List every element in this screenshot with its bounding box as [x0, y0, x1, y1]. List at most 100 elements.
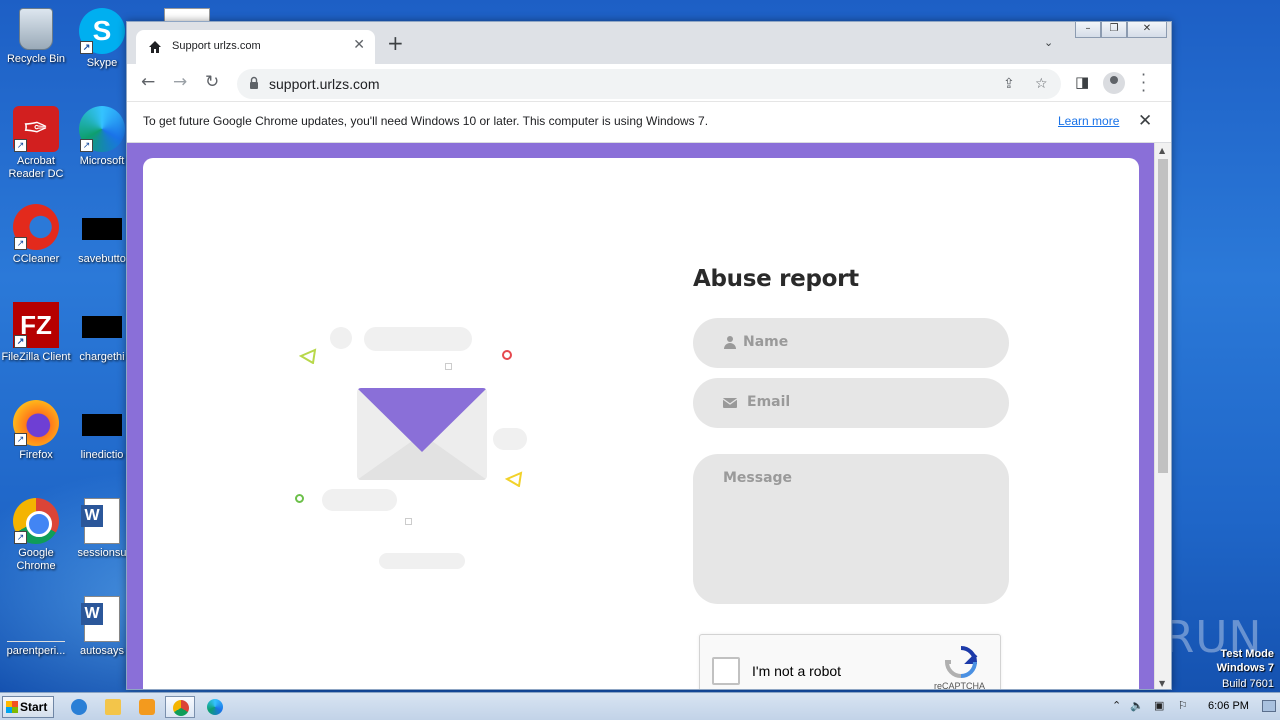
infobar-close-icon[interactable]: ✕: [1138, 111, 1152, 131]
tray-expand-icon[interactable]: ⌃: [1112, 699, 1121, 712]
back-icon[interactable]: ←: [141, 72, 155, 92]
decor-pill: [379, 553, 465, 569]
desktop-icon-ccleaner[interactable]: ↗ CCleaner: [0, 204, 72, 266]
close-tab-icon[interactable]: ✕: [353, 37, 365, 53]
url-text[interactable]: support.urlzs.com: [269, 76, 379, 92]
desktop-icon-recycle-bin[interactable]: Recycle Bin: [0, 8, 72, 66]
edge-icon: ↗: [79, 106, 125, 152]
minimize-button[interactable]: –: [1075, 22, 1101, 38]
content-card: Abuse report Name Email Message I'm not …: [143, 158, 1139, 689]
share-icon[interactable]: ⇪: [1003, 76, 1015, 92]
recycle-bin-icon: [19, 8, 53, 50]
test-mode-label: Test Mode: [1220, 648, 1274, 660]
decor-ring-green: [295, 494, 304, 503]
acrobat-icon: ✑ ↗: [13, 106, 59, 152]
new-tab-button[interactable]: +: [387, 33, 404, 53]
desktop-icon-acrobat[interactable]: ✑ ↗ Acrobat Reader DC: [0, 106, 72, 181]
forward-icon[interactable]: →: [173, 72, 187, 92]
firefox-icon: ↗: [13, 400, 59, 446]
user-icon: [724, 336, 736, 349]
blank-file-icon: [7, 614, 65, 642]
desktop-icon-label: parentperi...: [6, 645, 66, 657]
taskbar-explorer[interactable]: [98, 696, 128, 718]
decor-ring-red: [502, 350, 512, 360]
decor-triangle-green: [299, 348, 317, 364]
scroll-up-icon[interactable]: ▲: [1159, 146, 1165, 155]
scrollbar-thumb[interactable]: [1158, 159, 1168, 473]
taskbar-ie[interactable]: [64, 696, 94, 718]
page-viewport: Abuse report Name Email Message I'm not …: [127, 143, 1154, 689]
taskbar-chrome[interactable]: [165, 696, 195, 718]
page-title: Abuse report: [693, 266, 859, 292]
email-input[interactable]: Email: [693, 378, 1009, 428]
recaptcha-checkbox[interactable]: [712, 657, 740, 685]
file-icon[interactable]: [164, 8, 210, 22]
name-placeholder: Name: [743, 334, 789, 350]
tab-bar: Support urlzs.com ✕ + ⌄ – ❐ ✕: [127, 22, 1171, 64]
start-label: Start: [20, 700, 48, 714]
decor-square: [405, 518, 412, 525]
maximize-button[interactable]: ❐: [1101, 22, 1127, 38]
side-panel-icon[interactable]: ◨: [1075, 73, 1089, 91]
message-textarea[interactable]: Message: [693, 454, 1009, 604]
tab-title: Support urlzs.com: [172, 40, 261, 52]
lock-icon[interactable]: [249, 76, 259, 90]
folder-icon: [105, 699, 121, 715]
desktop-icon-firefox[interactable]: ↗ Firefox: [0, 400, 72, 462]
edge-icon: [207, 699, 223, 715]
ccleaner-icon: ↗: [13, 204, 59, 250]
clock[interactable]: 6:06 PM: [1208, 700, 1249, 712]
envelope-icon: [357, 388, 487, 480]
taskbar-edge[interactable]: [200, 696, 230, 718]
desktop-icon-filezilla[interactable]: FZ ↗ FileZilla Client: [0, 302, 72, 364]
decor-circle: [330, 327, 352, 349]
bookmark-star-icon[interactable]: ☆: [1035, 76, 1048, 92]
desktop-icon-chrome[interactable]: ↗ Google Chrome: [0, 498, 72, 573]
scroll-down-icon[interactable]: ▼: [1159, 679, 1165, 688]
profile-avatar-icon[interactable]: [1103, 72, 1125, 94]
decor-triangle-yellow: [505, 471, 523, 487]
chrome-icon: [173, 700, 189, 716]
learn-more-link[interactable]: Learn more: [1058, 114, 1119, 128]
volume-icon[interactable]: 🔈: [1130, 699, 1144, 712]
desktop-icon-label: Google Chrome: [16, 547, 56, 572]
windows-flag-icon: [6, 701, 18, 713]
windows-version-label: Windows 7: [1216, 662, 1274, 674]
start-button[interactable]: Start: [2, 696, 54, 718]
desktop-icon-label: CCleaner: [12, 253, 60, 265]
menu-kebab-icon[interactable]: · · ·: [1141, 67, 1146, 99]
chrome-window: Support urlzs.com ✕ + ⌄ – ❐ ✕ ← → ↻ supp…: [126, 21, 1172, 690]
ie-icon: [71, 699, 87, 715]
address-bar[interactable]: support.urlzs.com ⇪ ☆: [237, 69, 1061, 99]
show-desktop-button[interactable]: [1262, 700, 1276, 712]
update-infobar: To get future Google Chrome updates, you…: [127, 102, 1171, 143]
filezilla-icon: FZ ↗: [13, 302, 59, 348]
tab-support[interactable]: Support urlzs.com ✕: [136, 30, 375, 64]
home-icon: [149, 41, 161, 53]
network-icon[interactable]: ▣: [1154, 699, 1164, 712]
page-scrollbar[interactable]: ▲ ▼: [1154, 143, 1171, 689]
name-input[interactable]: Name: [693, 318, 1009, 368]
desktop-icon-label: FileZilla Client: [1, 351, 71, 363]
email-placeholder: Email: [747, 394, 791, 410]
envelope-small-icon: [723, 398, 737, 408]
desktop-icon-label: Firefox: [19, 449, 53, 461]
word-document-icon: W: [81, 596, 120, 642]
envelope-illustration: [293, 318, 543, 578]
action-center-flag-icon[interactable]: ⚐: [1178, 699, 1188, 712]
reload-icon[interactable]: ↻: [205, 72, 219, 92]
decor-pill: [364, 327, 472, 351]
desktop-icon-parentperi[interactable]: parentperi...: [0, 596, 72, 658]
taskbar-media-player[interactable]: [132, 696, 162, 718]
file-icon: [82, 414, 122, 436]
decor-pill: [493, 428, 527, 450]
desktop-icon-label: Recycle Bin: [6, 53, 66, 65]
taskbar: Start ⌃ 🔈 ▣ ⚐ 6:06 PM: [0, 692, 1280, 720]
tab-search-icon[interactable]: ⌄: [1044, 36, 1053, 49]
file-icon: [82, 218, 122, 240]
file-icon: [82, 316, 122, 338]
close-window-button[interactable]: ✕: [1127, 22, 1167, 38]
skype-icon: S ↗: [79, 8, 125, 54]
toolbar: ← → ↻ support.urlzs.com ⇪ ☆ ◨ · · ·: [127, 64, 1171, 102]
recaptcha-logo-icon: [944, 646, 978, 678]
